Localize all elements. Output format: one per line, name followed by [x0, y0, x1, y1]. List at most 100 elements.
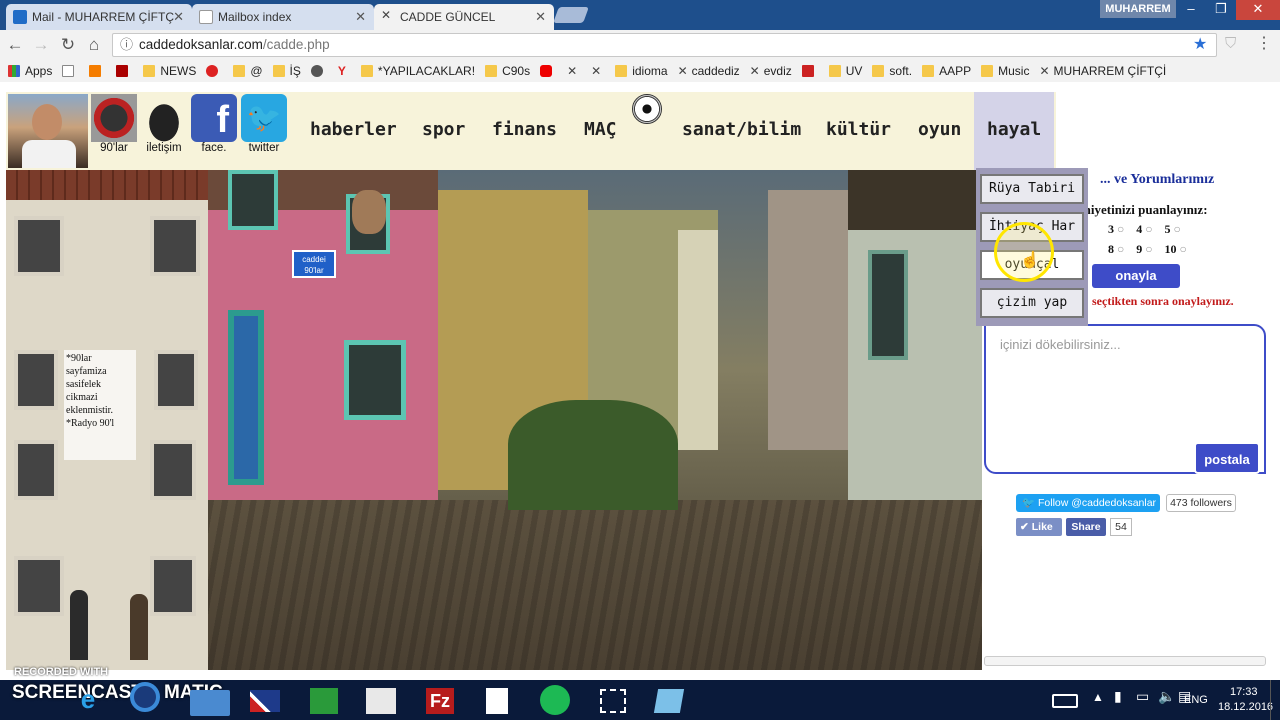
bookmark-apps[interactable]: Apps [8, 64, 52, 78]
bookmark-page[interactable] [62, 65, 79, 77]
bookmark-muharrem[interactable]: ✕ MUHARREM ÇİFTÇİ [1039, 64, 1166, 78]
screencast-logo-icon [130, 682, 160, 712]
announcement-box[interactable]: *90lar sayfamiza sasifelek cikmazi eklen… [64, 350, 136, 460]
soccer-ball-icon[interactable] [632, 94, 662, 124]
menu-icon[interactable]: ⋮ [1256, 33, 1272, 53]
filezilla-icon[interactable]: Fz [426, 688, 454, 714]
bookmark-cadde2[interactable]: ✕ [591, 64, 605, 78]
website: 90'lar iletişim f face. 🐦 twitter haberl… [0, 82, 1280, 680]
close-tab-icon[interactable]: ✕ [173, 9, 184, 25]
bookmark-music[interactable]: Music [981, 64, 1029, 78]
uk-flag-icon[interactable] [250, 690, 280, 712]
bookmark-is[interactable]: İŞ [272, 64, 301, 78]
bookmark-settings[interactable] [310, 65, 328, 77]
bookmark-blogger[interactable] [89, 65, 106, 77]
maximize-icon[interactable]: ❐ [1206, 0, 1236, 20]
post-button[interactable]: postala [1194, 442, 1260, 474]
home-icon[interactable]: ⌂ [83, 35, 105, 55]
menu-sanat-bilim[interactable]: sanat/bilim [682, 119, 801, 140]
menu-spor[interactable]: spor [422, 119, 465, 140]
avatar[interactable] [8, 94, 88, 168]
social-label: twitter [248, 142, 280, 154]
clock-date[interactable]: 18.12.2016 [1218, 701, 1273, 713]
news-icon [116, 65, 129, 77]
red-site-icon [801, 65, 814, 77]
clock-time[interactable]: 17:33 [1230, 686, 1258, 698]
app-window-icon[interactable] [653, 689, 685, 713]
social-twitter[interactable]: 🐦 twitter [240, 94, 288, 154]
edge-icon[interactable]: e [68, 684, 108, 716]
taskbar: SCREENCAST MATIC e Fz ▲ ▮ ▭ 🔈 ▤ ENG 17:3… [0, 680, 1280, 720]
twitter-bird-icon: 🐦 [1022, 497, 1036, 509]
forward-icon[interactable]: → [30, 35, 52, 55]
bookmark-c90s[interactable]: C90s [485, 64, 530, 78]
facebook-like-button[interactable]: ✔ Like [1016, 518, 1062, 536]
social-90lar[interactable]: 90'lar [90, 94, 138, 154]
user-profile-button[interactable]: MUHARREM [1100, 0, 1176, 18]
reload-icon[interactable]: ↻ [57, 35, 79, 55]
social-facebook[interactable]: f face. [190, 94, 238, 154]
menu-haberler[interactable]: haberler [310, 119, 397, 140]
tray-chevron-icon[interactable]: ▲ [1092, 690, 1104, 704]
facebook-share-button[interactable]: Share [1066, 518, 1106, 536]
shield-icon[interactable]: ⛉ [1225, 35, 1236, 52]
address-bar[interactable]: ⓘ caddedoksanlar.com/cadde.php [112, 33, 1217, 57]
rating-radio[interactable]: ○ [1145, 222, 1152, 236]
menu-finans[interactable]: finans [492, 119, 557, 140]
confirm-button[interactable]: onayla [1092, 264, 1180, 288]
bookmark-red[interactable] [801, 65, 819, 77]
rating-radio[interactable]: ○ [1117, 242, 1124, 256]
green-app-icon[interactable] [310, 688, 338, 714]
bookmark-y[interactable]: Y [338, 64, 351, 78]
youtube-icon [540, 65, 553, 77]
bookmark-yapilacaklar[interactable]: *YAPILACAKLAR! [360, 64, 475, 78]
snipping-tool-icon[interactable] [600, 689, 626, 713]
bookmark-star-icon[interactable]: ★ [1193, 34, 1207, 54]
rating-radio[interactable]: ○ [1174, 222, 1181, 236]
new-tab-button[interactable] [553, 7, 589, 23]
menu-oyun[interactable]: oyun [918, 119, 961, 140]
bookmark-caddediz[interactable]: ✕ caddediz [678, 64, 740, 78]
tab-mail[interactable]: Mail - MUHARREM ÇİFTÇ ✕ [6, 4, 192, 30]
menu-kultur[interactable]: kültür [826, 119, 891, 140]
spotify-icon[interactable] [540, 685, 570, 715]
menu-mac[interactable]: MAÇ [584, 119, 617, 140]
scanner-app-icon[interactable] [366, 688, 396, 714]
bookmark-bowl[interactable] [206, 65, 223, 77]
volume-icon[interactable]: 🔈 [1158, 688, 1175, 705]
horizontal-scrollbar[interactable] [984, 656, 1266, 666]
close-tab-icon[interactable]: ✕ [535, 9, 546, 25]
bookmark-news-icon[interactable] [116, 65, 133, 77]
close-tab-icon[interactable]: ✕ [355, 9, 366, 25]
rating-radio[interactable]: ○ [1145, 242, 1152, 256]
bookmark-news[interactable]: NEWS [143, 64, 196, 78]
battery-icon[interactable]: ▭ [1136, 688, 1149, 705]
bookmark-aapp[interactable]: AAPP [922, 64, 971, 78]
language-indicator[interactable]: ENG [1184, 694, 1208, 706]
tab-cadde[interactable]: ✕ CADDE GÜNCEL ✕ [374, 4, 554, 30]
menu-hayal[interactable]: hayal [987, 119, 1041, 140]
keyboard-icon[interactable] [1052, 694, 1078, 708]
bookmark-evdiz[interactable]: ✕ evdiz [750, 64, 792, 78]
dropdown-item-ruya-tabiri[interactable]: Rüya Tabiri [980, 174, 1084, 204]
minimize-icon[interactable]: – [1176, 0, 1206, 20]
twitter-follow-button[interactable]: 🐦 Follow @caddedoksanlar [1016, 494, 1160, 512]
bookmark-soft[interactable]: soft. [872, 64, 912, 78]
bookmark-cadde1[interactable]: ✕ [567, 64, 581, 78]
show-desktop-button[interactable] [1270, 680, 1280, 720]
network-icon[interactable]: ▮ [1114, 688, 1122, 705]
bookmark-youtube[interactable] [540, 65, 557, 77]
rating-radio[interactable]: ○ [1180, 242, 1187, 256]
tab-mailbox[interactable]: Mailbox index ✕ [192, 4, 374, 30]
close-window-icon[interactable]: ✕ [1236, 0, 1280, 20]
notes-icon[interactable] [486, 688, 508, 714]
bookmark-at[interactable]: @ [233, 64, 263, 78]
bookmark-uv[interactable]: UV [828, 64, 862, 78]
social-iletisim[interactable]: iletişim [140, 94, 188, 154]
bookmark-idioma[interactable]: idioma [615, 64, 668, 78]
rating-radio[interactable]: ○ [1117, 222, 1124, 236]
back-icon[interactable]: ← [4, 35, 26, 55]
dropdown-item-cizim-yap[interactable]: çizim yap [980, 288, 1084, 318]
menu-hayal-highlight[interactable]: hayal [974, 92, 1054, 170]
file-explorer-icon[interactable] [190, 690, 230, 716]
